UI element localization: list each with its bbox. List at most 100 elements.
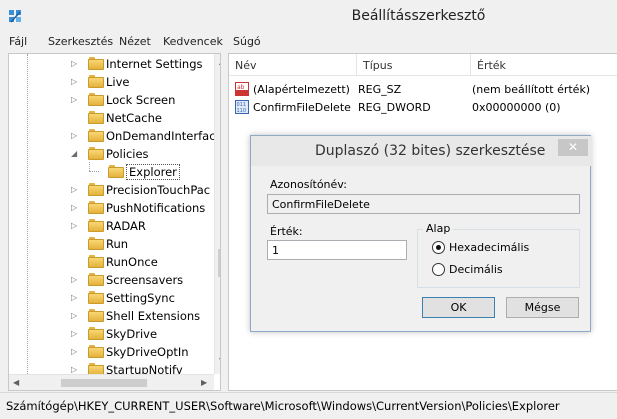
tree-item[interactable]: ▷ PushNotifications	[9, 199, 209, 217]
tree-item[interactable]: ▷ Shell Extensions	[9, 307, 209, 325]
key-tree[interactable]: ▷ Internet Settings ▷ Live ▷ Lock Screen NetCa…	[8, 53, 221, 391]
scroll-thumb[interactable]	[218, 249, 220, 277]
folder-icon	[88, 237, 104, 250]
tree-item-label: NetCache	[106, 111, 162, 125]
tree-item-label: SkyDrive	[106, 327, 158, 341]
scroll-down-icon[interactable]: ▼	[219, 356, 220, 365]
value-name-field[interactable]	[267, 194, 580, 214]
value-row[interactable]: ab (Alapértelmezett) REG_SZ (nem beállít…	[229, 80, 617, 98]
tree-item[interactable]: Explorer	[9, 163, 209, 181]
column-header-name[interactable]: Név	[229, 54, 357, 76]
expand-icon[interactable]: ▷	[71, 311, 79, 321]
radio-hexadecimal[interactable]: Hexadecimális	[432, 240, 572, 256]
tree-item[interactable]: NetCache	[9, 109, 209, 127]
tree-item-label: SettingSync	[106, 291, 175, 305]
tree-item[interactable]: ▷ RADAR	[9, 217, 209, 235]
value-data: (nem beállított érték)	[472, 83, 591, 96]
column-header-type[interactable]: Típus	[357, 54, 471, 76]
menu-edit[interactable]: Szerkesztés	[48, 35, 113, 48]
menu-favorites[interactable]: Kedvencek	[163, 35, 223, 48]
tree-item[interactable]: ▷ Internet Settings	[9, 55, 209, 73]
tree-item[interactable]: ▷ SkyDriveOptIn	[9, 343, 209, 361]
value-name: (Alapértelmezett)	[253, 83, 350, 96]
expand-icon[interactable]: ▷	[71, 347, 79, 357]
dialog-title-bar[interactable]: Duplaszó (32 bites) szerkesztése ✕	[251, 136, 592, 166]
folder-icon	[108, 165, 124, 178]
expand-icon	[71, 113, 79, 123]
column-header-data[interactable]: Érték	[471, 54, 617, 76]
tree-item[interactable]: ▷ Lock Screen	[9, 91, 209, 109]
tree-item-label: RunOnce	[106, 255, 158, 269]
folder-icon	[88, 147, 104, 160]
folder-icon	[88, 291, 104, 304]
tree-item-label: Run	[106, 237, 129, 251]
folder-icon	[88, 219, 104, 232]
tree-item-label: Policies	[106, 147, 149, 161]
expand-icon[interactable]: ▷	[71, 59, 79, 69]
tree-item[interactable]: Run	[9, 235, 209, 253]
tree-item[interactable]: ▷ PrecisionTouchPac	[9, 181, 211, 199]
radio-unchecked-icon[interactable]	[432, 263, 445, 276]
scroll-up-icon[interactable]: ▲	[219, 57, 220, 66]
tree-item[interactable]: ▷ Screensavers	[9, 271, 209, 289]
scroll-thumb[interactable]	[61, 379, 147, 387]
ok-button[interactable]: OK	[422, 297, 495, 318]
svg-text:110: 110	[237, 108, 247, 114]
tree-item[interactable]: ◢ Policies	[9, 145, 209, 163]
folder-icon	[88, 345, 104, 358]
value-name-label: Azonosítónév:	[270, 178, 347, 191]
menu-file[interactable]: Fájl	[9, 35, 27, 48]
value-data-input[interactable]	[267, 240, 407, 260]
tree-item-label: PrecisionTouchPac	[106, 183, 211, 197]
close-icon[interactable]: ✕	[558, 139, 588, 156]
expand-icon[interactable]: ▷	[71, 77, 79, 87]
expand-icon[interactable]: ▷	[71, 185, 79, 195]
tree-item-label: PushNotifications	[106, 201, 206, 215]
expand-icon[interactable]: ▷	[71, 329, 79, 339]
expand-icon[interactable]: ▷	[71, 221, 79, 231]
tree-horizontal-scrollbar[interactable]: ◀ ▶	[9, 374, 214, 390]
value-type: REG_DWORD	[358, 101, 431, 114]
tree-item[interactable]: RunOnce	[9, 253, 209, 271]
folder-icon	[88, 57, 104, 70]
folder-icon	[88, 93, 104, 106]
title-bar: Beállításszerkesztő	[0, 0, 617, 32]
expand-icon[interactable]: ▷	[71, 95, 79, 105]
value-row[interactable]: 011 110 ConfirmFileDelete REG_DWORD 0x00…	[229, 98, 617, 116]
expand-icon[interactable]: ▷	[71, 131, 79, 141]
menu-view[interactable]: Nézet	[119, 35, 151, 48]
expand-icon[interactable]: ▷	[71, 293, 79, 303]
tree-vertical-scrollbar[interactable]: ▲ ▼	[214, 54, 220, 374]
folder-icon	[88, 273, 104, 286]
value-data-label: Érték:	[270, 225, 303, 238]
expand-icon	[71, 257, 79, 267]
tree-item-label: OnDemandInterfac	[106, 129, 216, 143]
edit-dword-dialog: Duplaszó (32 bites) szerkesztése ✕ Azono…	[250, 135, 592, 332]
scroll-left-icon[interactable]: ◀	[13, 378, 19, 387]
expand-icon[interactable]: ▷	[71, 203, 79, 213]
base-label: Alap	[423, 222, 454, 235]
folder-icon	[88, 75, 104, 88]
expand-icon[interactable]: ▷	[71, 275, 79, 285]
tree-item[interactable]: ▷ SkyDrive	[9, 325, 209, 343]
radio-checked-icon[interactable]	[432, 241, 445, 254]
folder-icon	[88, 183, 104, 196]
expand-icon	[91, 167, 99, 177]
dialog-title: Duplaszó (32 bites) szerkesztése	[315, 143, 546, 159]
value-type: REG_SZ	[358, 83, 402, 96]
radio-decimal[interactable]: Decimális	[432, 262, 572, 278]
menu-help[interactable]: Súgó	[233, 35, 261, 48]
tree-item[interactable]: ▷ Live	[9, 73, 209, 91]
tree-item-label: Shell Extensions	[106, 309, 201, 323]
scroll-right-icon[interactable]: ▶	[201, 378, 207, 387]
folder-icon	[88, 327, 104, 340]
tree-item[interactable]: ▷ OnDemandInterfac	[9, 127, 216, 145]
value-data: 0x00000000 (0)	[472, 101, 561, 114]
status-bar: Számítógép\HKEY_CURRENT_USER\Software\Mi…	[0, 392, 617, 419]
collapse-icon[interactable]: ◢	[71, 149, 79, 159]
dword-value-icon: 011 110	[235, 100, 249, 114]
tree-item[interactable]: ▷ SettingSync	[9, 289, 209, 307]
expand-icon	[71, 239, 79, 249]
value-name: ConfirmFileDelete	[253, 101, 351, 114]
cancel-button[interactable]: Mégse	[506, 297, 579, 318]
